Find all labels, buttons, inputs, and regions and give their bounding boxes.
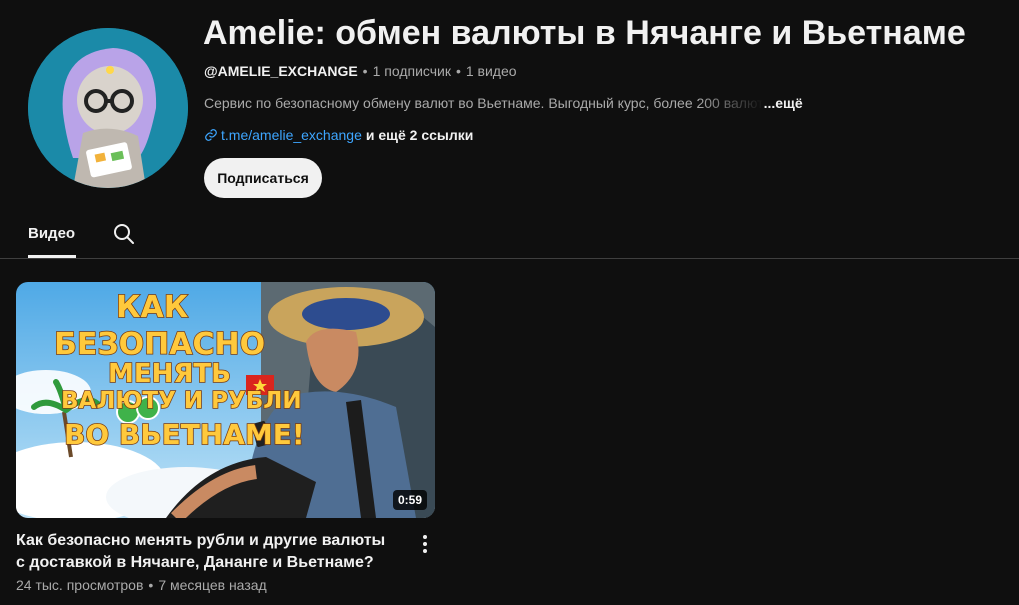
more-links-button[interactable]: и ещё 2 ссылки <box>366 127 473 143</box>
thumb-text-line: БЕЗОПАСНО <box>54 327 265 362</box>
description-text: Сервис по безопасному обмену валют во Вь… <box>204 95 764 111</box>
meta-separator: • <box>148 577 154 593</box>
channel-tabs: Видео <box>0 215 1019 259</box>
video-meta: 24 тыс. просмотров • 7 месяцев назад <box>16 577 267 593</box>
link-icon <box>205 129 217 141</box>
thumb-text-line: ВО ВЬЕТНАМЕ! <box>64 418 305 451</box>
video-title[interactable]: Как безопасно менять рубли и другие валю… <box>16 530 396 574</box>
video-thumbnail[interactable]: КАК БЕЗОПАСНО МЕНЯТЬ ВАЛЮТУ И РУБЛИ ВО В… <box>16 282 435 518</box>
thumbnail-image: КАК БЕЗОПАСНО МЕНЯТЬ ВАЛЮТУ И РУБЛИ ВО В… <box>16 282 435 518</box>
channel-title: Amelie: обмен валюты в Нячанге и Вьетнам… <box>203 14 966 52</box>
thumb-text-line: КАК <box>116 290 189 325</box>
view-count: 24 тыс. просмотров <box>16 577 144 593</box>
channel-handle: @AMELIE_EXCHANGE <box>204 63 358 79</box>
upload-age: 7 месяцев назад <box>158 577 267 593</box>
video-count: 1 видео <box>465 63 517 79</box>
thumb-text-line: ВАЛЮТУ И РУБЛИ <box>61 388 302 414</box>
search-icon[interactable] <box>112 222 136 246</box>
meta-separator: • <box>362 63 368 79</box>
subscribe-button[interactable]: Подписаться <box>204 158 322 198</box>
channel-avatar[interactable] <box>28 28 188 188</box>
avatar-illustration <box>28 28 188 188</box>
telegram-link[interactable]: t.me/amelie_exchange <box>221 127 362 143</box>
meta-separator: • <box>455 63 461 79</box>
more-vert-icon[interactable] <box>416 533 434 555</box>
tab-videos[interactable]: Видео <box>28 215 76 258</box>
channel-description[interactable]: Сервис по безопасному обмену валют во Вь… <box>204 95 804 111</box>
thumb-text-line: МЕНЯТЬ <box>108 359 231 389</box>
description-more-link[interactable]: ...ещё <box>764 95 803 111</box>
channel-links: t.me/amelie_exchange и ещё 2 ссылки <box>204 127 473 143</box>
subscriber-count: 1 подписчик <box>372 63 451 79</box>
channel-meta: @AMELIE_EXCHANGE • 1 подписчик • 1 видео <box>204 63 517 79</box>
video-duration: 0:59 <box>392 490 427 510</box>
video-card[interactable]: КАК БЕЗОПАСНО МЕНЯТЬ ВАЛЮТУ И РУБЛИ ВО В… <box>16 282 435 593</box>
